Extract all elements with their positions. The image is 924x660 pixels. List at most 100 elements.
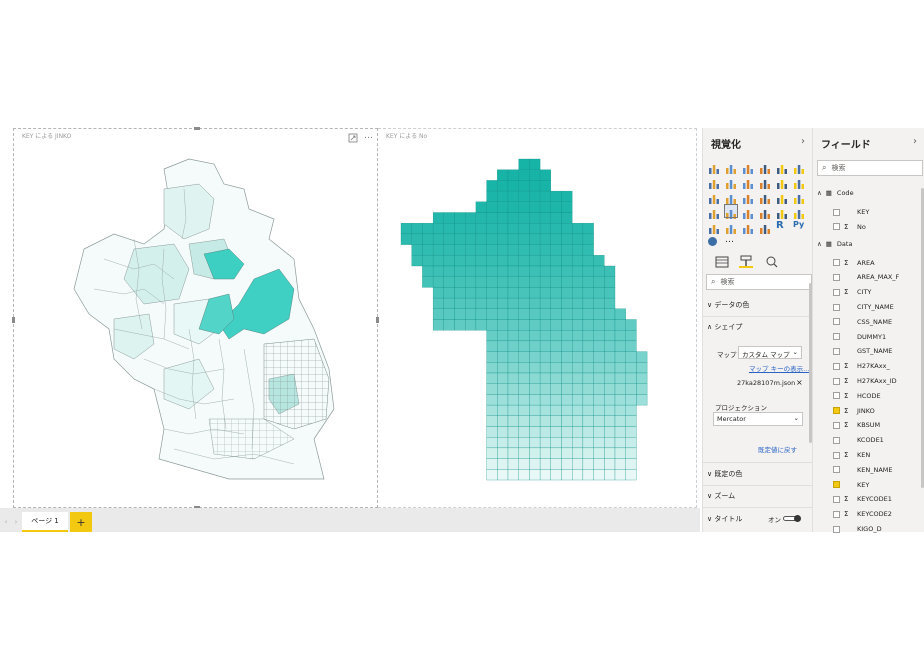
grid-cell[interactable] <box>614 404 626 416</box>
stacked-column-icon[interactable] <box>725 160 737 174</box>
grid-cell[interactable] <box>561 212 573 224</box>
grid-cell[interactable] <box>486 340 498 352</box>
format-tab-paint-roller-icon[interactable] <box>739 252 753 268</box>
grid-cell[interactable] <box>507 340 519 352</box>
grid-cell[interactable] <box>593 276 605 288</box>
grid-cell[interactable] <box>593 437 605 449</box>
grid-cell[interactable] <box>432 308 444 320</box>
grid-cell[interactable] <box>443 233 455 245</box>
area-chart-icon[interactable] <box>725 175 737 189</box>
field-checkbox[interactable] <box>833 451 840 459</box>
grid-cell[interactable] <box>475 223 487 235</box>
grid-cell[interactable] <box>625 340 637 352</box>
grid-cell[interactable] <box>572 308 584 320</box>
grid-cell[interactable] <box>625 394 637 406</box>
pie-icon[interactable] <box>742 190 754 204</box>
grid-cell[interactable] <box>529 372 541 384</box>
grid-cell[interactable] <box>518 233 530 245</box>
field-item[interactable]: KEY <box>833 205 869 219</box>
grid-cell[interactable] <box>454 308 466 320</box>
grid-cell[interactable] <box>443 287 455 299</box>
grid-cell[interactable] <box>497 362 509 374</box>
grid-cell[interactable] <box>593 308 605 320</box>
reset-default-link[interactable]: 既定値に戻す <box>758 444 797 454</box>
grid-cell[interactable] <box>572 297 584 309</box>
grid-cell[interactable] <box>497 319 509 331</box>
grid-cell[interactable] <box>507 190 519 202</box>
grid-cell[interactable] <box>497 212 509 224</box>
grid-cell[interactable] <box>497 458 509 470</box>
grid-cell[interactable] <box>497 351 509 363</box>
grid-cell[interactable] <box>518 319 530 331</box>
grid-cell[interactable] <box>497 244 509 256</box>
grid-cell[interactable] <box>465 255 477 267</box>
grid-cell[interactable] <box>539 394 551 406</box>
grid-cell[interactable] <box>465 276 477 288</box>
filled-map-icon[interactable] <box>708 205 720 219</box>
field-checkbox[interactable] <box>833 525 840 533</box>
grid-cell[interactable] <box>561 255 573 267</box>
grid-cell[interactable] <box>572 276 584 288</box>
grid-cell[interactable] <box>539 297 551 309</box>
grid-cell[interactable] <box>432 276 444 288</box>
grid-cell[interactable] <box>443 319 455 331</box>
shape-map-icon[interactable] <box>724 204 738 219</box>
grid-cell[interactable] <box>582 265 594 277</box>
grid-cell[interactable] <box>454 244 466 256</box>
format-search-input[interactable]: ⌕ 検索 <box>706 274 812 290</box>
grid-cell[interactable] <box>582 287 594 299</box>
grid-cell[interactable] <box>625 351 637 363</box>
grid-cell[interactable] <box>572 458 584 470</box>
grid-cell[interactable] <box>475 297 487 309</box>
grid-cell[interactable] <box>529 351 541 363</box>
scatter-icon[interactable] <box>725 190 737 204</box>
grid-cell[interactable] <box>614 319 626 331</box>
grid-cell[interactable] <box>539 276 551 288</box>
grid-cell[interactable] <box>572 287 584 299</box>
field-item[interactable]: KCODE1 <box>833 433 884 447</box>
grid-map[interactable] <box>378 129 697 509</box>
grid-cell[interactable] <box>507 330 519 342</box>
grid-cell[interactable] <box>422 276 434 288</box>
grid-cell[interactable] <box>582 308 594 320</box>
grid-cell[interactable] <box>561 319 573 331</box>
grid-cell[interactable] <box>582 223 594 235</box>
grid-cell[interactable] <box>507 223 519 235</box>
grid-cell[interactable] <box>443 276 455 288</box>
grid-cell[interactable] <box>561 233 573 245</box>
grid-cell[interactable] <box>507 297 519 309</box>
grid-cell[interactable] <box>614 308 626 320</box>
grid-cell[interactable] <box>507 426 519 438</box>
grid-cell[interactable] <box>411 244 423 256</box>
grid-cell[interactable] <box>572 265 584 277</box>
grid-cell[interactable] <box>529 394 541 406</box>
donut-icon[interactable] <box>759 190 771 204</box>
kpi-icon[interactable] <box>708 220 720 234</box>
grid-cell[interactable] <box>582 362 594 374</box>
ribbon-chart-icon[interactable] <box>793 175 805 189</box>
grid-cell[interactable] <box>518 190 530 202</box>
grid-cell[interactable] <box>518 394 530 406</box>
grid-cell[interactable] <box>582 233 594 245</box>
grid-cell[interactable] <box>604 437 616 449</box>
grid-cell[interactable] <box>593 426 605 438</box>
grid-cell[interactable] <box>411 255 423 267</box>
grid-cell[interactable] <box>518 415 530 427</box>
grid-cell[interactable] <box>614 340 626 352</box>
grid-cell[interactable] <box>550 255 562 267</box>
grid-cell[interactable] <box>550 190 562 202</box>
grid-cell[interactable] <box>572 351 584 363</box>
grid-cell[interactable] <box>572 244 584 256</box>
grid-cell[interactable] <box>539 330 551 342</box>
globe-icon[interactable] <box>708 237 717 246</box>
field-checkbox[interactable] <box>833 495 840 503</box>
field-checkbox[interactable] <box>833 333 840 341</box>
grid-cell[interactable] <box>486 276 498 288</box>
grid-cell[interactable] <box>550 447 562 459</box>
grid-cell[interactable] <box>593 297 605 309</box>
grid-cell[interactable] <box>486 287 498 299</box>
field-checkbox[interactable] <box>833 392 840 400</box>
grid-cell[interactable] <box>572 362 584 374</box>
grid-cell[interactable] <box>572 233 584 245</box>
grid-cell[interactable] <box>593 287 605 299</box>
